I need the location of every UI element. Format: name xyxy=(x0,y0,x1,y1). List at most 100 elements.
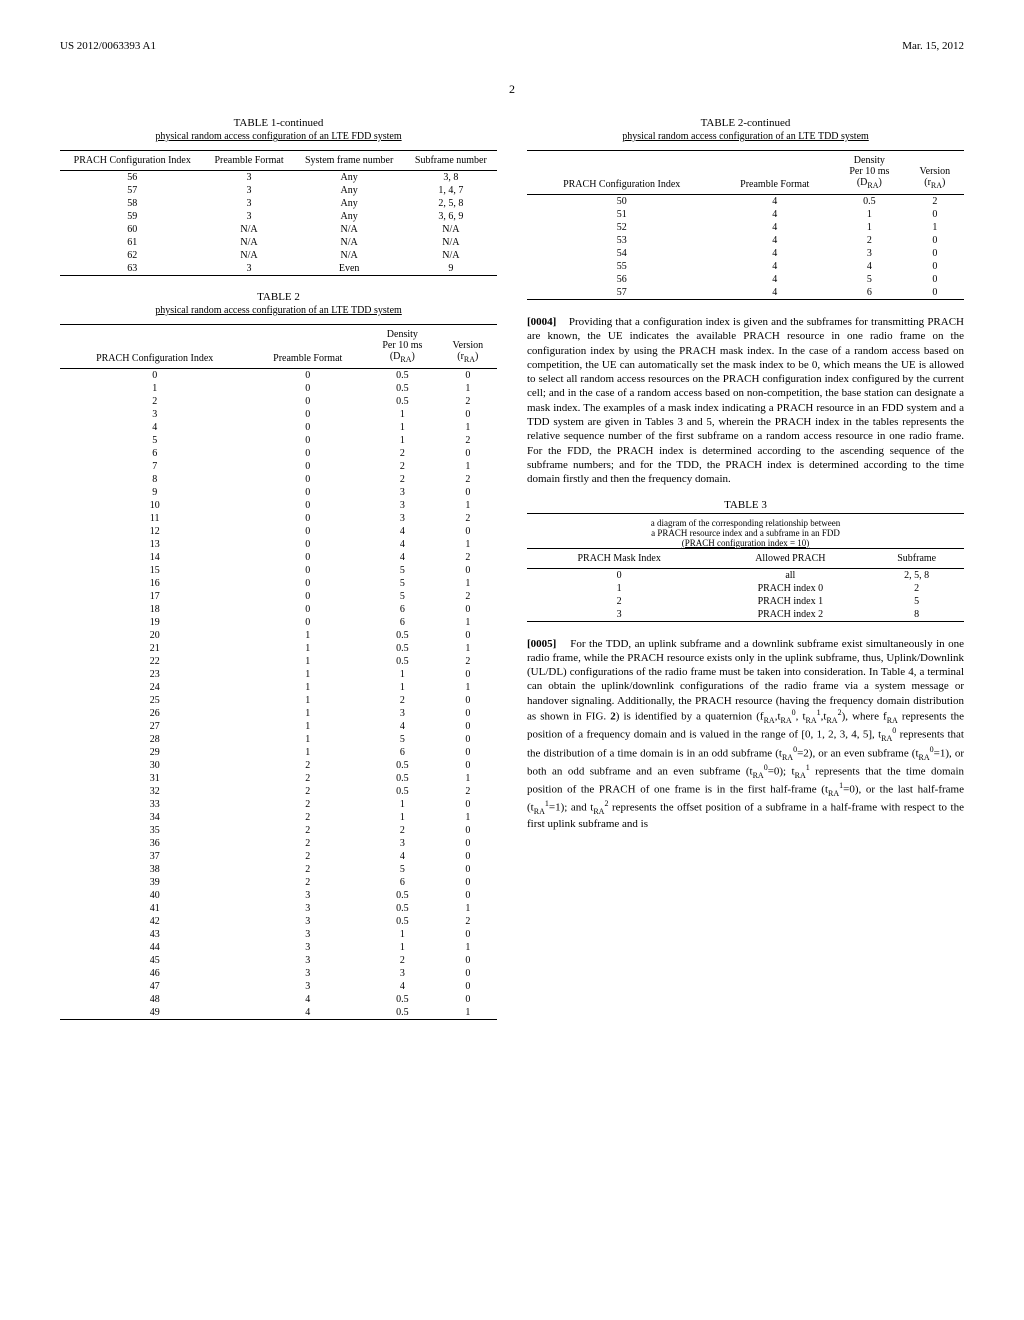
table-cell: 2 xyxy=(833,234,906,247)
table-cell: 0 xyxy=(439,369,497,383)
table-cell: 4 xyxy=(366,980,439,993)
table-cell: 27 xyxy=(60,720,249,733)
table-cell: 26 xyxy=(60,707,249,720)
table-cell: 1 xyxy=(833,221,906,234)
table-row: 4130.51 xyxy=(60,902,497,915)
table-cell: 4 xyxy=(833,260,906,273)
table-cell: 40 xyxy=(60,889,249,902)
table-cell: N/A xyxy=(405,236,497,249)
table-cell: 2 xyxy=(439,655,497,668)
table-row: 54430 xyxy=(527,247,964,260)
table-cell: 29 xyxy=(60,746,249,759)
table-cell: 1 xyxy=(439,772,497,785)
table-cell: 0.5 xyxy=(366,369,439,383)
table-cell: 0 xyxy=(439,629,497,642)
table-cell: 31 xyxy=(60,772,249,785)
table-cell: 44 xyxy=(60,941,249,954)
table-cell: 3, 8 xyxy=(405,171,497,185)
table-cell: 39 xyxy=(60,876,249,889)
table-cell: 1 xyxy=(366,408,439,421)
table-cell: 10 xyxy=(60,499,249,512)
table-cell: N/A xyxy=(405,249,497,262)
table-row: 4230.52 xyxy=(60,915,497,928)
table-cell: N/A xyxy=(205,236,294,249)
table-cell: 0.5 xyxy=(366,759,439,772)
table-row: 60N/AN/AN/A xyxy=(60,223,497,236)
table-row: 4840.50 xyxy=(60,993,497,1006)
table-row: 33210 xyxy=(60,798,497,811)
table3-caption-line: (PRACH configuration index = 10) xyxy=(682,538,810,548)
table-cell: 1 xyxy=(439,421,497,434)
table-row: 26130 xyxy=(60,707,497,720)
table-cell: 0 xyxy=(249,447,366,460)
table-row: 3PRACH index 28 xyxy=(527,608,964,622)
table1-cont-title: TABLE 1-continued xyxy=(60,117,497,129)
table-cell: 54 xyxy=(527,247,716,260)
table1-cont-caption: physical random access configuration of … xyxy=(60,131,497,142)
table-cell: Even xyxy=(294,262,405,276)
table-cell: 4 xyxy=(716,195,833,209)
table-cell: 0 xyxy=(249,486,366,499)
table2: PRACH Configuration Index Preamble Forma… xyxy=(60,324,497,1020)
table-cell: 16 xyxy=(60,577,249,590)
patent-id: US 2012/0063393 A1 xyxy=(60,40,156,52)
table-cell: 2 xyxy=(869,582,964,595)
table-cell: 0 xyxy=(439,525,497,538)
table-cell: 2 xyxy=(249,876,366,889)
table-cell: 1 xyxy=(439,941,497,954)
table-cell: 2 xyxy=(249,772,366,785)
table-row: 3010 xyxy=(60,408,497,421)
table-cell: 41 xyxy=(60,902,249,915)
table-cell: all xyxy=(711,568,869,582)
col-header: PRACH Configuration Index xyxy=(60,151,205,171)
table-cell: 0 xyxy=(439,668,497,681)
table-row: 46330 xyxy=(60,967,497,980)
table-cell: 3 xyxy=(249,941,366,954)
table-cell: 0 xyxy=(439,408,497,421)
table-row: 9030 xyxy=(60,486,497,499)
table-cell: N/A xyxy=(205,249,294,262)
table-cell: 2, 5, 8 xyxy=(869,568,964,582)
table-row: 27140 xyxy=(60,720,497,733)
table-cell: 1 xyxy=(439,538,497,551)
table-cell: 0.5 xyxy=(366,629,439,642)
table-cell: 52 xyxy=(527,221,716,234)
table-cell: 3 xyxy=(366,837,439,850)
table-row: 17052 xyxy=(60,590,497,603)
table-cell: 1 xyxy=(439,1006,497,1020)
table-row: 53420 xyxy=(527,234,964,247)
table-cell: 0 xyxy=(439,746,497,759)
table-row: 2010.50 xyxy=(60,629,497,642)
table-cell: 1 xyxy=(249,668,366,681)
table-row: 4030.50 xyxy=(60,889,497,902)
table-cell: 2 xyxy=(366,447,439,460)
table-cell: 55 xyxy=(527,260,716,273)
table-cell: 21 xyxy=(60,642,249,655)
table-cell: 1 xyxy=(366,421,439,434)
table-row: 51410 xyxy=(527,208,964,221)
table-cell: 2 xyxy=(249,850,366,863)
table-cell: 4 xyxy=(366,538,439,551)
col-header: PRACH Mask Index xyxy=(527,548,711,568)
table2-continued: PRACH Configuration Index Preamble Forma… xyxy=(527,150,964,300)
table-cell: 6 xyxy=(60,447,249,460)
table-cell: 6 xyxy=(833,286,906,300)
table-row: 45320 xyxy=(60,954,497,967)
table-cell: 17 xyxy=(60,590,249,603)
table-cell: 0 xyxy=(249,616,366,629)
table-cell: Any xyxy=(294,171,405,185)
table1-continued: PRACH Configuration Index Preamble Forma… xyxy=(60,150,497,276)
table-cell: 0 xyxy=(249,538,366,551)
table-cell: 4 xyxy=(716,273,833,286)
table-cell: 5 xyxy=(833,273,906,286)
table-cell: 3 xyxy=(249,915,366,928)
table-cell: 0 xyxy=(439,707,497,720)
table-cell: 0.5 xyxy=(366,1006,439,1020)
table-cell: 2 xyxy=(249,759,366,772)
table-row: 3220.52 xyxy=(60,785,497,798)
table-cell: 1 xyxy=(439,382,497,395)
table-cell: 0 xyxy=(906,234,964,247)
table-cell: 11 xyxy=(60,512,249,525)
table-row: 583Any2, 5, 8 xyxy=(60,197,497,210)
table-cell: 28 xyxy=(60,733,249,746)
